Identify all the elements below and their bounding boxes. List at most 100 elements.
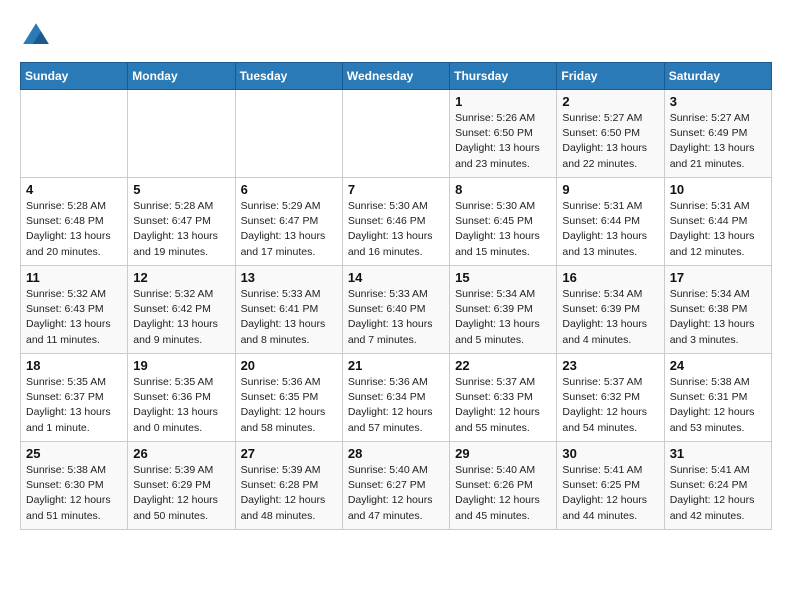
day-info: Sunrise: 5:28 AM Sunset: 6:48 PM Dayligh… bbox=[26, 199, 122, 260]
day-cell: 18Sunrise: 5:35 AM Sunset: 6:37 PM Dayli… bbox=[21, 354, 128, 442]
day-info: Sunrise: 5:41 AM Sunset: 6:24 PM Dayligh… bbox=[670, 463, 766, 524]
week-row-1: 1Sunrise: 5:26 AM Sunset: 6:50 PM Daylig… bbox=[21, 90, 772, 178]
day-number: 3 bbox=[670, 94, 766, 109]
day-number: 7 bbox=[348, 182, 444, 197]
day-number: 17 bbox=[670, 270, 766, 285]
day-info: Sunrise: 5:33 AM Sunset: 6:40 PM Dayligh… bbox=[348, 287, 444, 348]
day-cell: 29Sunrise: 5:40 AM Sunset: 6:26 PM Dayli… bbox=[450, 442, 557, 530]
day-cell: 24 Sunrise: 5:38 AM Sunset: 6:31 PM Dayli… bbox=[664, 354, 771, 442]
logo bbox=[20, 20, 56, 52]
logo-icon bbox=[20, 20, 52, 52]
day-cell: 20 Sunrise: 5:36 AM Sunset: 6:35 PM Dayli… bbox=[235, 354, 342, 442]
calendar-table: SundayMondayTuesdayWednesdayThursdayFrid… bbox=[20, 62, 772, 530]
day-info: Sunrise: 5:29 AM Sunset: 6:47 PM Dayligh… bbox=[241, 199, 337, 260]
day-number: 24 bbox=[670, 358, 766, 373]
day-number: 9 bbox=[562, 182, 658, 197]
day-cell: 26 Sunrise: 5:39 AM Sunset: 6:29 PM Dayli… bbox=[128, 442, 235, 530]
day-number: 4 bbox=[26, 182, 122, 197]
col-header-wednesday: Wednesday bbox=[342, 63, 449, 90]
day-info: Sunrise: 5:39 AM Sunset: 6:28 PM Dayligh… bbox=[241, 463, 337, 524]
day-cell: 25 Sunrise: 5:38 AM Sunset: 6:30 PM Dayli… bbox=[21, 442, 128, 530]
day-number: 14 bbox=[348, 270, 444, 285]
day-cell: 27 Sunrise: 5:39 AM Sunset: 6:28 PM Dayli… bbox=[235, 442, 342, 530]
day-cell: 16Sunrise: 5:34 AM Sunset: 6:39 PM Dayli… bbox=[557, 266, 664, 354]
day-cell bbox=[342, 90, 449, 178]
day-cell bbox=[235, 90, 342, 178]
day-cell bbox=[21, 90, 128, 178]
day-cell: 30 Sunrise: 5:41 AM Sunset: 6:25 PM Dayli… bbox=[557, 442, 664, 530]
day-number: 16 bbox=[562, 270, 658, 285]
day-cell: 8 Sunrise: 5:30 AM Sunset: 6:45 PM Daylig… bbox=[450, 178, 557, 266]
day-info: Sunrise: 5:38 AM Sunset: 6:31 PM Dayligh… bbox=[670, 375, 766, 436]
day-info: Sunrise: 5:31 AM Sunset: 6:44 PM Dayligh… bbox=[562, 199, 658, 260]
day-number: 12 bbox=[133, 270, 229, 285]
header-row: SundayMondayTuesdayWednesdayThursdayFrid… bbox=[21, 63, 772, 90]
week-row-3: 11 Sunrise: 5:32 AM Sunset: 6:43 PM Dayli… bbox=[21, 266, 772, 354]
day-number: 28 bbox=[348, 446, 444, 461]
day-number: 26 bbox=[133, 446, 229, 461]
day-number: 13 bbox=[241, 270, 337, 285]
day-cell: 28 Sunrise: 5:40 AM Sunset: 6:27 PM Dayli… bbox=[342, 442, 449, 530]
day-number: 25 bbox=[26, 446, 122, 461]
day-info: Sunrise: 5:38 AM Sunset: 6:30 PM Dayligh… bbox=[26, 463, 122, 524]
day-number: 2 bbox=[562, 94, 658, 109]
day-cell: 3 Sunrise: 5:27 AM Sunset: 6:49 PM Daylig… bbox=[664, 90, 771, 178]
day-info: Sunrise: 5:30 AM Sunset: 6:45 PM Dayligh… bbox=[455, 199, 551, 260]
day-info: Sunrise: 5:39 AM Sunset: 6:29 PM Dayligh… bbox=[133, 463, 229, 524]
day-info: Sunrise: 5:36 AM Sunset: 6:34 PM Dayligh… bbox=[348, 375, 444, 436]
day-info: Sunrise: 5:30 AM Sunset: 6:46 PM Dayligh… bbox=[348, 199, 444, 260]
day-number: 22 bbox=[455, 358, 551, 373]
day-info: Sunrise: 5:32 AM Sunset: 6:42 PM Dayligh… bbox=[133, 287, 229, 348]
day-number: 23 bbox=[562, 358, 658, 373]
week-row-2: 4 Sunrise: 5:28 AM Sunset: 6:48 PM Daylig… bbox=[21, 178, 772, 266]
day-info: Sunrise: 5:34 AM Sunset: 6:39 PM Dayligh… bbox=[455, 287, 551, 348]
day-number: 6 bbox=[241, 182, 337, 197]
day-number: 29 bbox=[455, 446, 551, 461]
day-info: Sunrise: 5:37 AM Sunset: 6:32 PM Dayligh… bbox=[562, 375, 658, 436]
day-cell bbox=[128, 90, 235, 178]
day-cell: 15 Sunrise: 5:34 AM Sunset: 6:39 PM Dayli… bbox=[450, 266, 557, 354]
page-header bbox=[20, 20, 772, 52]
day-cell: 11 Sunrise: 5:32 AM Sunset: 6:43 PM Dayli… bbox=[21, 266, 128, 354]
day-info: Sunrise: 5:34 AM Sunset: 6:38 PM Dayligh… bbox=[670, 287, 766, 348]
day-cell: 2 Sunrise: 5:27 AM Sunset: 6:50 PM Daylig… bbox=[557, 90, 664, 178]
day-cell: 7 Sunrise: 5:30 AM Sunset: 6:46 PM Daylig… bbox=[342, 178, 449, 266]
day-info: Sunrise: 5:28 AM Sunset: 6:47 PM Dayligh… bbox=[133, 199, 229, 260]
day-cell: 23 Sunrise: 5:37 AM Sunset: 6:32 PM Dayli… bbox=[557, 354, 664, 442]
day-info: Sunrise: 5:33 AM Sunset: 6:41 PM Dayligh… bbox=[241, 287, 337, 348]
day-info: Sunrise: 5:27 AM Sunset: 6:50 PM Dayligh… bbox=[562, 111, 658, 172]
day-number: 20 bbox=[241, 358, 337, 373]
col-header-tuesday: Tuesday bbox=[235, 63, 342, 90]
day-cell: 4 Sunrise: 5:28 AM Sunset: 6:48 PM Daylig… bbox=[21, 178, 128, 266]
col-header-thursday: Thursday bbox=[450, 63, 557, 90]
day-info: Sunrise: 5:32 AM Sunset: 6:43 PM Dayligh… bbox=[26, 287, 122, 348]
day-number: 27 bbox=[241, 446, 337, 461]
day-cell: 17 Sunrise: 5:34 AM Sunset: 6:38 PM Dayli… bbox=[664, 266, 771, 354]
day-number: 15 bbox=[455, 270, 551, 285]
day-cell: 6 Sunrise: 5:29 AM Sunset: 6:47 PM Daylig… bbox=[235, 178, 342, 266]
col-header-sunday: Sunday bbox=[21, 63, 128, 90]
day-number: 30 bbox=[562, 446, 658, 461]
day-cell: 14 Sunrise: 5:33 AM Sunset: 6:40 PM Dayli… bbox=[342, 266, 449, 354]
day-info: Sunrise: 5:36 AM Sunset: 6:35 PM Dayligh… bbox=[241, 375, 337, 436]
day-info: Sunrise: 5:31 AM Sunset: 6:44 PM Dayligh… bbox=[670, 199, 766, 260]
day-number: 11 bbox=[26, 270, 122, 285]
day-cell: 22 Sunrise: 5:37 AM Sunset: 6:33 PM Dayli… bbox=[450, 354, 557, 442]
day-cell: 9 Sunrise: 5:31 AM Sunset: 6:44 PM Daylig… bbox=[557, 178, 664, 266]
day-number: 31 bbox=[670, 446, 766, 461]
day-number: 8 bbox=[455, 182, 551, 197]
col-header-monday: Monday bbox=[128, 63, 235, 90]
day-info: Sunrise: 5:37 AM Sunset: 6:33 PM Dayligh… bbox=[455, 375, 551, 436]
day-info: Sunrise: 5:27 AM Sunset: 6:49 PM Dayligh… bbox=[670, 111, 766, 172]
day-number: 19 bbox=[133, 358, 229, 373]
day-info: Sunrise: 5:41 AM Sunset: 6:25 PM Dayligh… bbox=[562, 463, 658, 524]
day-number: 18 bbox=[26, 358, 122, 373]
day-cell: 1Sunrise: 5:26 AM Sunset: 6:50 PM Daylig… bbox=[450, 90, 557, 178]
week-row-5: 25 Sunrise: 5:38 AM Sunset: 6:30 PM Dayli… bbox=[21, 442, 772, 530]
day-info: Sunrise: 5:40 AM Sunset: 6:27 PM Dayligh… bbox=[348, 463, 444, 524]
col-header-friday: Friday bbox=[557, 63, 664, 90]
day-number: 1 bbox=[455, 94, 551, 109]
day-number: 5 bbox=[133, 182, 229, 197]
col-header-saturday: Saturday bbox=[664, 63, 771, 90]
day-info: Sunrise: 5:35 AM Sunset: 6:36 PM Dayligh… bbox=[133, 375, 229, 436]
